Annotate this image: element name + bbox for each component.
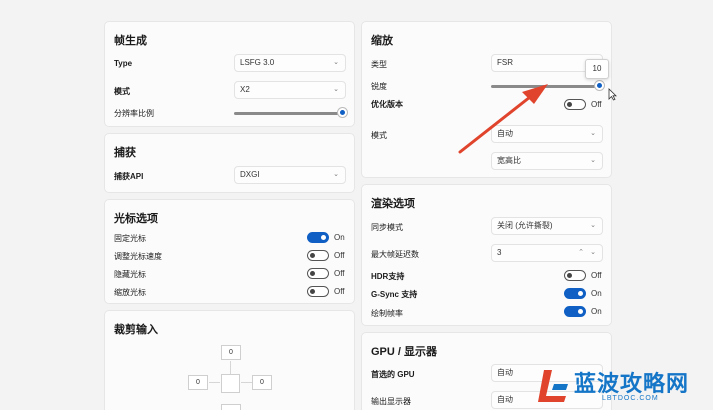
crop-top-input[interactable]: 0 [221,345,241,360]
resolution-slider-thumb[interactable] [338,108,347,117]
gpu-output-label: 输出显示器 [371,397,411,406]
frame-gen-type-select[interactable]: LSFG 3.0 ⌄ [234,54,346,72]
cursor-option-state: Off [334,251,345,260]
cursor-card: 光标选项 固定光标 On 调整光标速度 Off 隐藏光标 Off 缩放光标 Off [104,199,355,304]
optimized-state: Off [591,100,602,109]
render-latency-value: 3 [497,248,502,257]
gpu-title: GPU / 显示器 [371,346,438,358]
render-hdr-label: HDR支持 [371,272,405,281]
watermark-logo-icon [538,370,568,402]
crop-title: 裁剪输入 [114,324,158,336]
mouse-cursor-icon [608,88,617,101]
frame-gen-mode-value: X2 [240,85,250,94]
chevron-down-icon: ⌄ [590,130,596,137]
cursor-option-label: 调整光标速度 [114,252,162,261]
render-fps-label: 绘制帧率 [371,309,403,318]
crop-card: 裁剪输入 0 0 0 [104,310,355,410]
gpu-output-value: 自动 [497,395,513,404]
toggle-knob [578,309,583,314]
render-latency-stepper[interactable]: 3 ⌃ ⌄ [491,244,603,262]
toggle-knob [567,273,572,278]
chevron-down-icon: ⌄ [333,59,339,66]
chevron-down-icon: ⌄ [590,157,596,164]
scale-sharpness-label: 锐度 [371,82,387,91]
toggle-knob [310,271,315,276]
frame-gen-type-value: LSFG 3.0 [240,58,275,67]
optimized-toggle[interactable] [564,99,586,110]
frame-gen-type-label: Type [114,59,133,68]
capture-card: 捕获 捕获API DXGI ⌄ [104,133,355,193]
capture-api-value: DXGI [240,170,260,179]
scale-type-label: 类型 [371,60,387,69]
sharpness-slider-thumb[interactable] [595,81,604,90]
render-latency-label: 最大帧延迟数 [371,250,419,259]
sharpness-tooltip: 10 [585,59,609,79]
scale-mode-select[interactable]: 自动 ⌄ [491,125,603,143]
hdr-state: Off [591,271,602,280]
cursor-option-state: Off [334,269,345,278]
watermark-url: LBTDOC.COM [602,395,659,402]
chevron-down-icon[interactable]: ⌄ [590,245,596,261]
hdr-toggle[interactable] [564,270,586,281]
toggle-knob [310,289,315,294]
sharpness-slider-track[interactable] [491,85,599,88]
capture-api-label: 捕获API [114,172,144,181]
crop-guide-left [209,382,220,383]
render-sync-label: 同步模式 [371,223,403,232]
crop-right-input[interactable]: 0 [252,375,272,390]
scale-type-value: FSR [497,58,513,67]
watermark: 蓝波攻略网 LBTDOC.COM [530,362,713,410]
frame-gen-card: 帧生成 Type LSFG 3.0 ⌄ 模式 X2 ⌄ 分辨率比例 [104,21,355,127]
scale-card: 缩放 类型 FSR 锐度 10 优化版本 Off 模式 自动 ⌄ 宽高比 ⌄ [361,21,612,178]
toggle-knob [578,291,583,296]
chevron-down-icon: ⌄ [333,86,339,93]
chevron-down-icon: ⌄ [333,171,339,178]
render-title: 渲染选项 [371,198,415,210]
render-sync-select[interactable]: 关闭 (允许撕裂) ⌄ [491,217,603,235]
fps-state: On [591,307,602,316]
crop-left-input[interactable]: 0 [188,375,208,390]
scale-aspect-select[interactable]: 宽高比 ⌄ [491,152,603,170]
gsync-state: On [591,289,602,298]
frame-gen-resolution-label: 分辨率比例 [114,109,154,118]
chevron-up-icon[interactable]: ⌃ [578,245,584,261]
capture-api-select[interactable]: DXGI ⌄ [234,166,346,184]
cursor-option-toggle[interactable] [307,268,329,279]
gsync-toggle[interactable] [564,288,586,299]
crop-guide-vertical [230,361,231,375]
toggle-knob [567,102,572,107]
render-sync-value: 关闭 (允许撕裂) [497,221,553,230]
cursor-option-toggle[interactable] [307,232,329,243]
cursor-option-label: 隐藏光标 [114,270,146,279]
cursor-option-label: 固定光标 [114,234,146,243]
toggle-knob [321,235,326,240]
scale-optimized-label: 优化版本 [371,100,403,109]
scale-aspect-value: 宽高比 [497,156,521,165]
frame-gen-title: 帧生成 [114,35,147,47]
capture-title: 捕获 [114,147,136,159]
crop-bottom-input[interactable] [221,404,241,410]
render-card: 渲染选项 同步模式 关闭 (允许撕裂) ⌄ 最大帧延迟数 3 ⌃ ⌄ HDR支持… [361,184,612,326]
crop-guide-right [241,382,252,383]
crop-preview-box [221,374,240,393]
scale-mode-label: 模式 [371,131,387,140]
scale-title: 缩放 [371,35,393,47]
frame-gen-mode-select[interactable]: X2 ⌄ [234,81,346,99]
gpu-preferred-label: 首选的 GPU [371,370,415,379]
cursor-option-toggle[interactable] [307,286,329,297]
scale-mode-value: 自动 [497,129,513,138]
cursor-option-state: On [334,233,345,242]
cursor-option-toggle[interactable] [307,250,329,261]
frame-gen-mode-label: 模式 [114,87,130,96]
cursor-title: 光标选项 [114,213,158,225]
watermark-text: 蓝波攻略网 [574,372,690,397]
cursor-option-label: 缩放光标 [114,288,146,297]
toggle-knob [310,253,315,258]
cursor-option-state: Off [334,287,345,296]
chevron-down-icon: ⌄ [590,222,596,229]
fps-toggle[interactable] [564,306,586,317]
render-gsync-label: G-Sync 支持 [371,290,418,299]
resolution-slider-track[interactable] [234,112,342,115]
gpu-preferred-value: 自动 [497,368,513,377]
